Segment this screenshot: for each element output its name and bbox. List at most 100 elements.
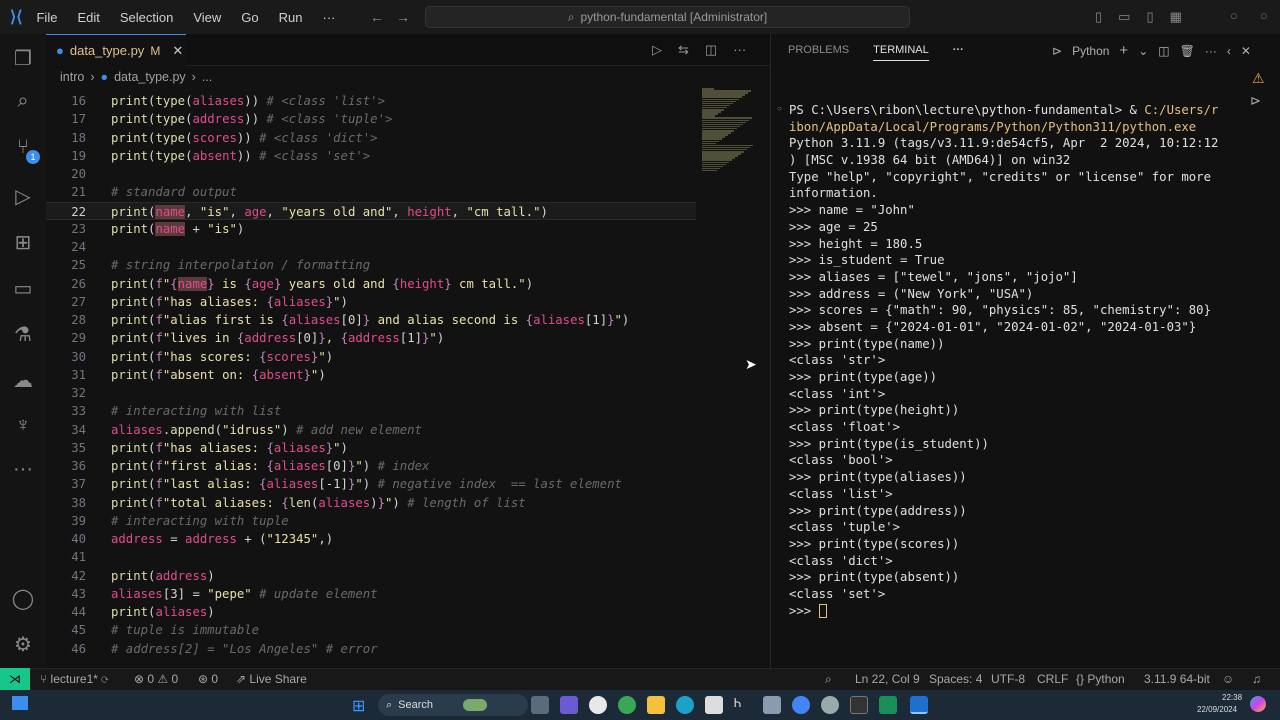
app-icon[interactable] bbox=[589, 696, 607, 714]
breadcrumb-file[interactable]: data_type.py bbox=[114, 70, 186, 84]
tab-terminal[interactable]: TERMINAL bbox=[873, 44, 929, 61]
split-editor-icon[interactable]: ◫ bbox=[705, 42, 717, 58]
code-line[interactable]: 33 # interacting with list bbox=[46, 402, 696, 420]
teams-icon[interactable] bbox=[560, 696, 578, 714]
code-line[interactable]: 41 bbox=[46, 548, 696, 566]
tab-problems[interactable]: PROBLEMS bbox=[788, 44, 849, 61]
new-terminal-icon[interactable]: + bbox=[1119, 42, 1128, 59]
copilot-tray-icon[interactable] bbox=[1250, 696, 1266, 712]
taskbar-search[interactable]: ⌕ Search bbox=[378, 694, 528, 716]
command-center[interactable]: ⌕ python-fundamental [Administrator] bbox=[425, 6, 910, 28]
terminal-app-icon[interactable] bbox=[850, 696, 868, 714]
terminal-list-icon[interactable]: ⊳ bbox=[1250, 93, 1261, 109]
menu-item-go[interactable]: Go bbox=[241, 10, 258, 25]
terminal-shell-name[interactable]: Python bbox=[1072, 44, 1109, 58]
chevron-left-icon[interactable]: ‹ bbox=[1227, 44, 1231, 58]
toggle-secondary-sidebar-icon[interactable]: ▯ bbox=[1146, 9, 1153, 25]
toggle-sidebar-icon[interactable]: ▯ bbox=[1095, 9, 1102, 25]
font-app-icon[interactable]: Ꮒ bbox=[734, 696, 752, 714]
code-line[interactable]: 42 print(address) bbox=[46, 567, 696, 585]
toggle-panel-icon[interactable]: ▭ bbox=[1118, 9, 1130, 25]
panel-actions-more-icon[interactable]: ··· bbox=[1205, 44, 1217, 58]
code-line[interactable]: 39 # interacting with tuple bbox=[46, 512, 696, 530]
breadcrumb-symbol[interactable]: ... bbox=[202, 70, 212, 84]
code-line[interactable]: 24 bbox=[46, 238, 696, 256]
forward-arrow-icon[interactable]: → bbox=[396, 9, 410, 25]
run-file-icon[interactable]: ▷ bbox=[652, 42, 662, 58]
problems-status[interactable]: ⊗ 0 ⚠ 0 bbox=[134, 672, 178, 686]
code-line[interactable]: 28 print(f"alias first is {aliases[0]} an… bbox=[46, 311, 696, 329]
store-icon[interactable] bbox=[705, 696, 723, 714]
code-line[interactable]: 18 print(type(scores)) # <class 'dict'> bbox=[46, 129, 696, 147]
code-line[interactable]: 17 print(type(address)) # <class 'tuple'> bbox=[46, 110, 696, 128]
tool-icon[interactable] bbox=[763, 696, 781, 714]
code-line[interactable]: 26 print(f"{name} is {age} years old and … bbox=[46, 275, 696, 293]
code-line[interactable]: 45 # tuple is immutable bbox=[46, 621, 696, 639]
file-explorer-icon[interactable] bbox=[647, 696, 665, 714]
copilot-icon[interactable]: ☺ bbox=[1222, 672, 1234, 686]
clock-date[interactable]: 22/09/2024 bbox=[1197, 705, 1237, 714]
tab-data-type-py[interactable]: ● data_type.py M ✕ bbox=[46, 34, 186, 66]
code-line[interactable]: 21 # standard output bbox=[46, 183, 696, 201]
code-line[interactable]: 20 bbox=[46, 165, 696, 183]
zoom-icon[interactable]: ⌕ bbox=[825, 672, 832, 687]
code-line[interactable]: 38 print(f"total aliases: {len(aliases)}"… bbox=[46, 494, 696, 512]
chevron-down-icon[interactable]: ⌄ bbox=[1138, 44, 1148, 58]
task-view-icon[interactable] bbox=[531, 696, 549, 714]
split-terminal-icon[interactable]: ◫ bbox=[1158, 44, 1169, 58]
line-ending[interactable]: CRLF bbox=[1037, 672, 1068, 686]
code-line[interactable]: 40 address = address + ("12345",) bbox=[46, 530, 696, 548]
widgets-icon[interactable] bbox=[12, 696, 28, 710]
code-line[interactable]: 34 aliases.append("idruss") # add new ele… bbox=[46, 421, 696, 439]
terminal-output[interactable]: PS C:\Users\ribon\lecture\python-fundame… bbox=[789, 102, 1229, 619]
code-line[interactable]: 32 bbox=[46, 384, 696, 402]
minimize-icon[interactable]: ○ bbox=[1230, 8, 1238, 23]
vscode-taskbar-icon[interactable] bbox=[910, 696, 928, 714]
edge-icon[interactable] bbox=[676, 696, 694, 714]
code-line[interactable]: 23 print(name + "is") bbox=[46, 220, 696, 238]
code-line[interactable]: 35 print(f"has aliases: {aliases}") bbox=[46, 439, 696, 457]
code-line[interactable]: 16 print(type(aliases)) # <class 'list'> bbox=[46, 92, 696, 110]
notifications-icon[interactable]: ♫ bbox=[1252, 672, 1261, 686]
indentation[interactable]: Spaces: 4 bbox=[929, 672, 982, 686]
breadcrumb-folder[interactable]: intro bbox=[60, 70, 84, 84]
pycharm-icon[interactable] bbox=[879, 696, 897, 714]
menu-item-selection[interactable]: Selection bbox=[120, 10, 173, 25]
remote-indicator-icon[interactable]: ⋊ bbox=[0, 668, 30, 690]
code-line[interactable]: 43 aliases[3] = "pepe" # update element bbox=[46, 585, 696, 603]
trash-icon[interactable]: 🗑 bbox=[1180, 44, 1195, 58]
search-icon[interactable]: ⌕ bbox=[0, 90, 46, 113]
encoding[interactable]: UTF-8 bbox=[991, 672, 1025, 686]
chrome-icon[interactable] bbox=[618, 696, 636, 714]
python-icon[interactable]: ♆ bbox=[0, 414, 46, 437]
settings-gear-icon[interactable]: ⚙ bbox=[0, 632, 46, 657]
warning-icon[interactable]: ⚠ bbox=[1252, 70, 1265, 87]
start-button-icon[interactable]: ⊞ bbox=[352, 696, 365, 716]
customize-layout-icon[interactable]: ▦ bbox=[1170, 9, 1182, 25]
code-line[interactable]: 31 print(f"absent on: {absent}") bbox=[46, 366, 696, 384]
close-tab-icon[interactable]: ✕ bbox=[172, 43, 183, 59]
code-line[interactable]: 22 print(name, "is", age, "years old and"… bbox=[46, 201, 696, 220]
language-mode[interactable]: {} Python bbox=[1076, 672, 1125, 686]
back-arrow-icon[interactable]: ← bbox=[370, 9, 384, 25]
menu-item-edit[interactable]: Edit bbox=[77, 10, 99, 25]
settings-app-icon[interactable] bbox=[821, 696, 839, 714]
panel-more-icon[interactable]: ··· bbox=[953, 44, 964, 61]
cursor-position[interactable]: Ln 22, Col 9 bbox=[855, 672, 920, 686]
close-window-icon[interactable]: ○ bbox=[1260, 8, 1268, 23]
explorer-icon[interactable]: ❐ bbox=[0, 46, 46, 71]
python-interpreter[interactable]: 3.11.9 64-bit bbox=[1144, 672, 1210, 686]
code-editor[interactable]: 16 print(type(aliases)) # <class 'list'> 1… bbox=[46, 92, 700, 662]
clock-time[interactable]: 22:38 bbox=[1222, 693, 1242, 702]
account-icon[interactable]: ◯ bbox=[0, 586, 46, 611]
branch-status[interactable]: ⑂ lecture1* ⟳ bbox=[40, 672, 108, 686]
code-line[interactable]: 30 print(f"has scores: {scores}") bbox=[46, 348, 696, 366]
code-line[interactable]: 44 print(aliases) bbox=[46, 603, 696, 621]
minimap[interactable] bbox=[700, 88, 760, 178]
code-line[interactable]: 46 # address[2] = "Los Angeles" # error bbox=[46, 640, 696, 658]
code-line[interactable]: 19 print(type(absent)) # <class 'set'> bbox=[46, 147, 696, 165]
chrome-profile-icon[interactable] bbox=[792, 696, 810, 714]
more-icon[interactable]: ··· bbox=[0, 458, 46, 481]
code-line[interactable]: 37 print(f"last alias: {aliases[-1]}") # … bbox=[46, 475, 696, 493]
menu-item-run[interactable]: Run bbox=[279, 10, 303, 25]
